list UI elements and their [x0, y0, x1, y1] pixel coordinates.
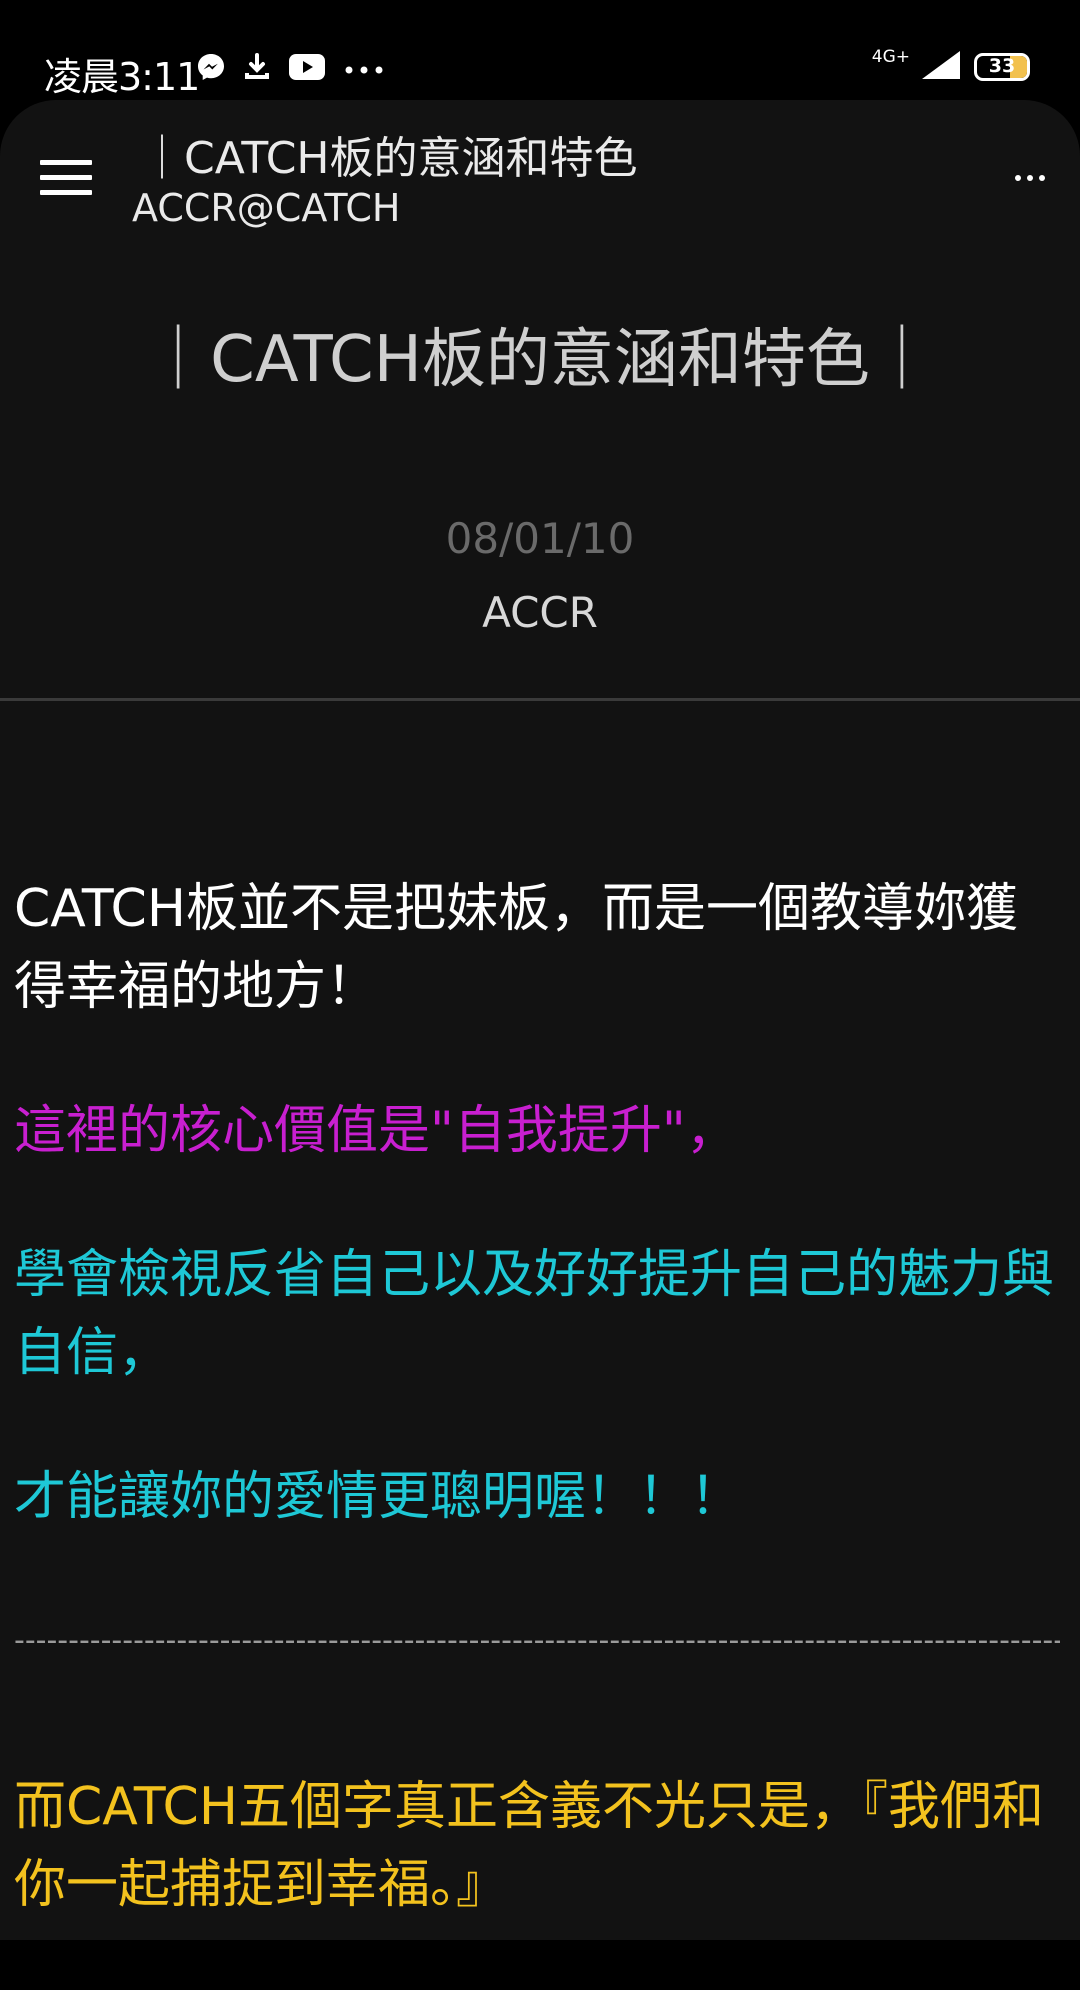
- paragraph-core-value: 這裡的核心價值是"自我提升"，: [14, 1101, 738, 1161]
- more-dots-icon: [344, 60, 384, 79]
- toolbar-title: ｜CATCH板的意涵和特色: [140, 133, 638, 184]
- paragraph-intro: CATCH板並不是把妹板，而是一個教導妳獲得幸福的地方！: [14, 879, 1018, 1017]
- article-date: 08/01/10: [445, 514, 635, 563]
- network-type: 4G+: [871, 46, 910, 67]
- notification-icons: [196, 48, 384, 90]
- system-icons: 4G+ 33: [872, 46, 1030, 88]
- article-body: CATCH板並不是把妹板，而是一個教導妳獲得幸福的地方！ 這裡的核心價值是"自我…: [14, 870, 1060, 1990]
- battery-percent: 33: [988, 55, 1016, 77]
- more-options-icon[interactable]: [1010, 156, 1050, 186]
- status-time: 凌晨3:11: [44, 55, 200, 99]
- app-panel: ｜CATCH板的意涵和特色 ACCR@CATCH ｜CATCH板的意涵和特色｜ …: [0, 100, 1080, 1940]
- status-bar: 凌晨3:11 4G+ 33: [0, 0, 1080, 100]
- article-author[interactable]: ACCR: [0, 588, 1080, 637]
- paragraph-catch-meaning: 而CATCH五個字真正含義不光只是，『我們和你一起捕捉到幸福。』: [14, 1777, 1044, 1915]
- article-title: ｜CATCH板的意涵和特色｜: [146, 323, 934, 397]
- signal-icon: [920, 49, 964, 85]
- dashed-separator: ----------------------------------------…: [14, 1623, 1060, 1658]
- hamburger-menu-icon[interactable]: [40, 160, 92, 196]
- paragraph-self-improvement: 學會檢視反省自己以及好好提升自己的魅力與自信，: [14, 1245, 1055, 1383]
- toolbar-subtitle: ACCR@CATCH: [132, 186, 401, 230]
- header-divider: [0, 698, 1080, 701]
- paragraph-smarter-love: 才能讓妳的愛情更聰明喔！！！: [14, 1467, 743, 1527]
- download-icon: [244, 53, 270, 85]
- youtube-icon: [288, 53, 326, 85]
- battery-icon: 33: [974, 53, 1030, 81]
- messenger-icon: [196, 52, 226, 86]
